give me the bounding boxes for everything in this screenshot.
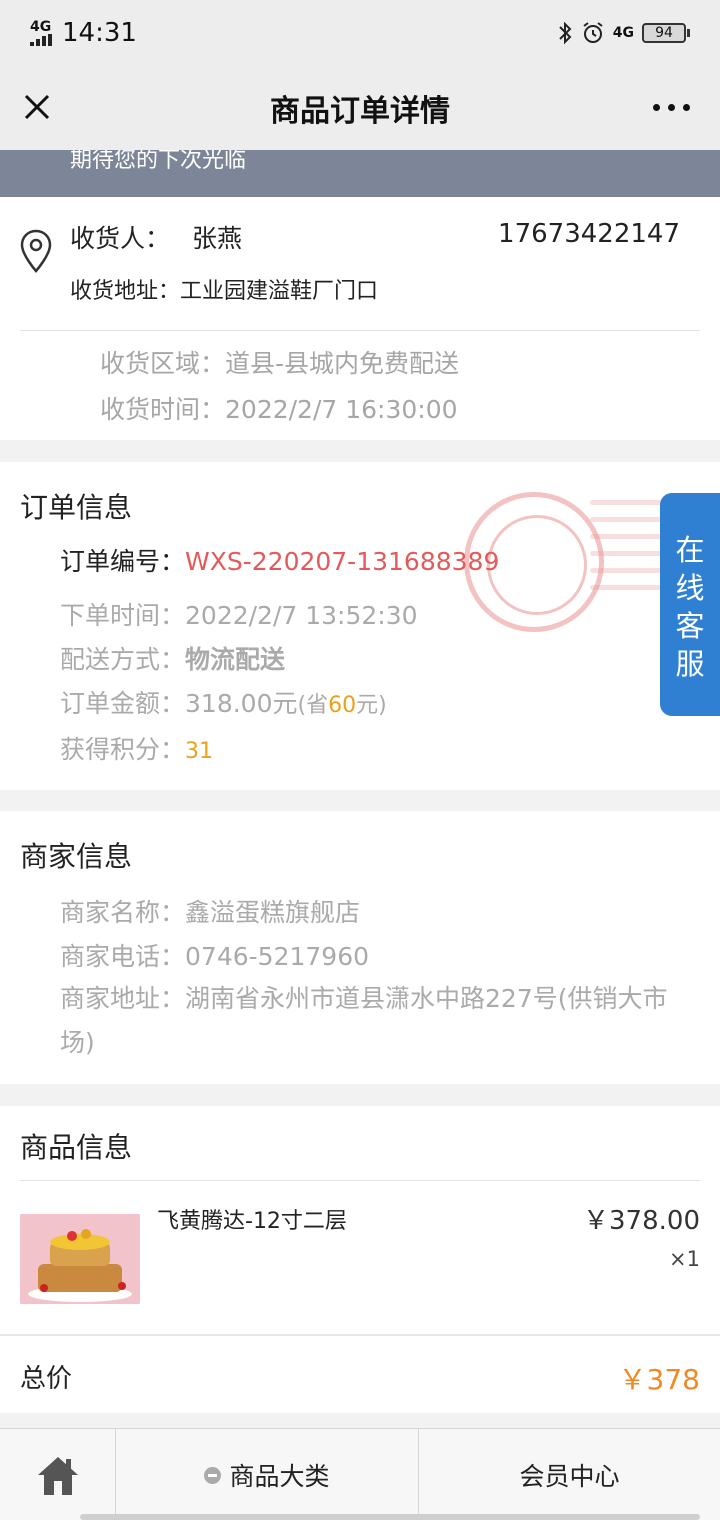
divider <box>0 1334 720 1336</box>
status-time: 14:31 <box>62 18 137 48</box>
merchant-phone[interactable]: 0746-5217960 <box>185 942 369 971</box>
points-value: 31 <box>185 739 214 764</box>
order-created: 2022/2/7 13:52:30 <box>185 601 418 630</box>
merchant-address-row: 商家地址：湖南省永州市道县潇水中路227号(供销大市场) <box>60 977 690 1065</box>
delivery-time: 2022/2/7 16:30:00 <box>225 395 458 424</box>
merchant-phone-label: 商家电话： <box>60 942 186 971</box>
title-bar: 商品订单详情 <box>0 66 720 150</box>
product-name[interactable]: 飞黄腾达-12寸二层 <box>157 1203 347 1235</box>
member-center-button[interactable]: 会员中心 <box>419 1429 720 1520</box>
home-icon <box>37 1457 78 1495</box>
shipping-card: 收货人： 张燕 17673422147 收货地址：工业园建溢鞋厂门口 收货区域：道… <box>0 197 720 440</box>
service-char: 线 <box>675 570 705 605</box>
page-title: 商品订单详情 <box>270 94 450 129</box>
order-amount: 318.00元 <box>185 689 298 718</box>
bluetooth-icon <box>559 21 572 45</box>
close-icon[interactable] <box>22 92 52 122</box>
product-quantity: ×1 <box>669 1247 700 1271</box>
saved-suffix: 元) <box>356 693 387 718</box>
service-char: 服 <box>675 646 705 681</box>
network-type: 4G <box>30 19 52 35</box>
merchant-name: 鑫溢蛋糕旗舰店 <box>185 898 361 927</box>
receiver-label: 收货人： <box>70 224 171 253</box>
bottom-navigation: 商品大类 会员中心 <box>0 1428 720 1520</box>
battery-level: 94 <box>655 25 673 41</box>
status-bar: 4G 14:31 4G 94 <box>0 0 720 66</box>
battery-icon: 94 <box>642 23 690 43</box>
order-number[interactable]: WXS-220207-131688389 <box>185 547 499 576</box>
divider <box>20 1180 700 1181</box>
service-char: 客 <box>675 608 705 643</box>
order-created-row: 下单时间：2022/2/7 13:52:30 <box>60 596 418 632</box>
signal-icon: 4G <box>30 20 52 46</box>
delivery-area: 道县-县城内免费配送 <box>225 349 460 378</box>
amount-label: 订单金额： <box>60 689 186 718</box>
online-service-button[interactable]: 在 线 客 服 <box>660 493 720 716</box>
status-banner: 期待您的下次光临 <box>0 150 720 197</box>
merchant-info-title: 商家信息 <box>20 840 133 873</box>
saved-amount: 60 <box>328 693 357 718</box>
order-amount-row: 订单金额：318.00元(省60元) <box>60 684 387 720</box>
delivery-time-row: 收货时间：2022/2/7 16:30:00 <box>100 390 458 426</box>
area-label: 收货区域： <box>100 349 226 378</box>
home-button[interactable] <box>0 1429 116 1520</box>
alarm-icon <box>583 22 603 43</box>
delivery-method: 物流配送 <box>185 645 286 674</box>
merchant-info-card: 商家信息 商家名称：鑫溢蛋糕旗舰店 商家电话：0746-5217960 商家地址… <box>0 811 720 1084</box>
merchant-name-label: 商家名称： <box>60 898 186 927</box>
points-label: 获得积分： <box>60 735 186 764</box>
order-number-row: 订单编号：WXS-220207-131688389 <box>60 542 499 578</box>
cake-product-image[interactable] <box>20 1214 140 1304</box>
banner-text: 期待您的下次光临 <box>70 150 247 173</box>
created-label: 下单时间： <box>60 601 186 630</box>
merchant-phone-row: 商家电话：0746-5217960 <box>60 937 369 973</box>
goods-info-title: 商品信息 <box>20 1131 133 1164</box>
receiver-name: 张燕 <box>192 224 243 253</box>
network-type-right: 4G <box>612 25 634 41</box>
order-info-card: 订单信息 订单编号：WXS-220207-131688389 下单时间：2022… <box>0 462 720 790</box>
divider <box>20 330 700 331</box>
category-menu-button[interactable]: 商品大类 <box>116 1429 419 1520</box>
shipping-address-row: 收货地址：工业园建溢鞋厂门口 <box>70 273 378 305</box>
delivery-area-row: 收货区域：道县-县城内免费配送 <box>100 344 459 380</box>
category-label: 商品大类 <box>229 1462 330 1491</box>
points-row: 获得积分：31 <box>60 730 213 766</box>
saved-prefix: (省 <box>297 693 329 718</box>
goods-info-card: 商品信息 飞黄腾达-12寸二层 ￥378.00 ×1 总价 ￥378 <box>0 1106 720 1413</box>
service-char: 在 <box>675 532 705 567</box>
shipping-address: 工业园建溢鞋厂门口 <box>180 279 379 304</box>
address-label: 收货地址： <box>70 279 181 304</box>
merchant-name-row: 商家名称：鑫溢蛋糕旗舰店 <box>60 893 360 929</box>
delivery-label: 配送方式： <box>60 645 186 674</box>
total-label: 总价 <box>20 1364 73 1394</box>
location-pin-icon <box>20 229 52 273</box>
merchant-address-label: 商家地址： <box>60 984 186 1013</box>
delivery-method-row: 配送方式：物流配送 <box>60 640 285 676</box>
receiver-row: 收货人： 张燕 <box>70 219 242 255</box>
more-options-icon[interactable] <box>653 104 690 111</box>
home-indicator <box>80 1514 700 1520</box>
order-info-title: 订单信息 <box>20 491 133 524</box>
product-price: ￥378.00 <box>583 1206 700 1236</box>
time-label: 收货时间： <box>100 395 226 424</box>
order-number-label: 订单编号： <box>60 547 186 576</box>
collapse-icon <box>204 1466 222 1484</box>
total-price: ￥378 <box>618 1363 700 1396</box>
receiver-phone[interactable]: 17673422147 <box>498 219 680 249</box>
member-label: 会员中心 <box>519 1462 620 1491</box>
